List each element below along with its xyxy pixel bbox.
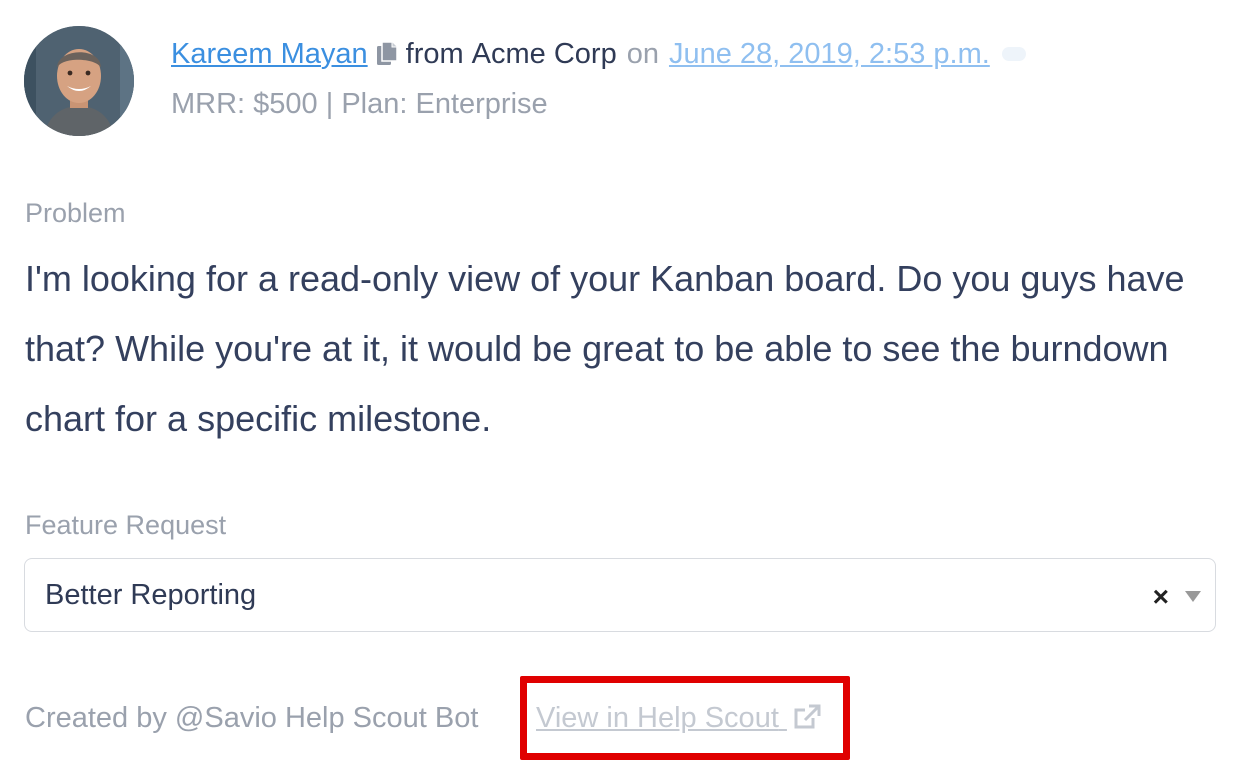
chevron-down-icon[interactable] <box>1185 591 1201 602</box>
problem-text: I'm looking for a read-only view of your… <box>25 258 1185 439</box>
feature-request-value: Better Reporting <box>45 579 257 611</box>
customer-meta: MRR: $500 | Plan: Enterprise <box>171 88 548 120</box>
view-in-help-scout-link[interactable]: View in Help Scout <box>536 702 821 738</box>
on-word: on <box>626 37 659 70</box>
feedback-card: Kareem Mayan from Acme Corp on June 28, … <box>0 0 1246 770</box>
from-word: from <box>405 37 464 70</box>
company-name: Acme Corp <box>471 37 617 70</box>
problem-label: Problem <box>25 198 126 228</box>
date-link[interactable]: June 28, 2019, 2:53 p.m. <box>669 38 990 71</box>
view-in-help-scout-label: View in Help Scout <box>536 702 779 734</box>
author-link[interactable]: Kareem Mayan <box>171 38 368 71</box>
clear-icon[interactable]: × <box>1153 583 1169 611</box>
avatar <box>24 26 134 136</box>
copy-icon[interactable] <box>376 41 398 67</box>
feature-request-label: Feature Request <box>25 510 227 540</box>
status-dot-icon <box>1001 47 1026 61</box>
header-author-line: Kareem Mayan from Acme Corp on June 28, … <box>171 34 1026 74</box>
avatar-photo <box>24 26 134 136</box>
external-link-icon <box>793 704 821 738</box>
created-by-text: Created by @Savio Help Scout Bot <box>25 702 479 734</box>
feature-request-select[interactable]: Better Reporting × <box>24 558 1216 632</box>
